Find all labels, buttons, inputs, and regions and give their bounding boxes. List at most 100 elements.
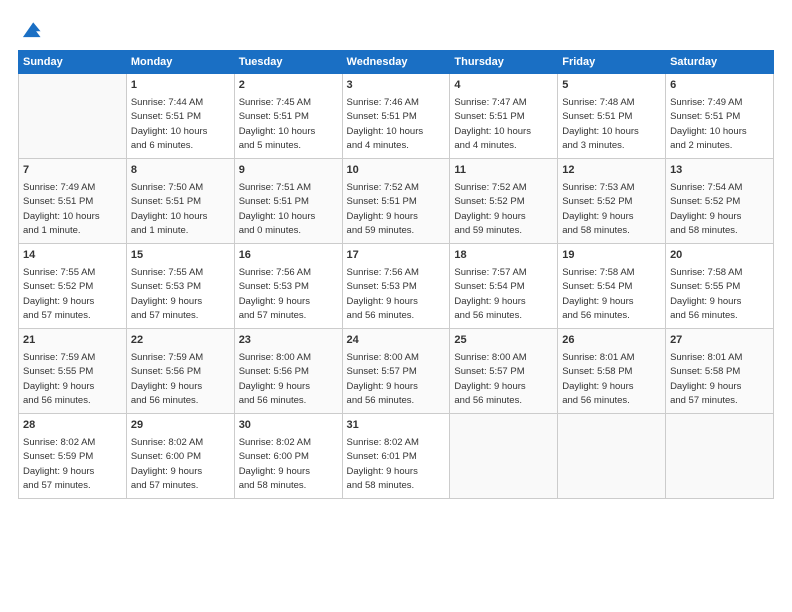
calendar-cell: 3Sunrise: 7:46 AM Sunset: 5:51 PM Daylig… bbox=[342, 74, 450, 159]
calendar-cell: 12 Sunrise: 7:53 AM Sunset: 5:52 PM Dayli… bbox=[558, 158, 666, 243]
weekday-header-saturday: Saturday bbox=[666, 51, 774, 74]
calendar-cell: 21 Sunrise: 7:59 AM Sunset: 5:55 PM Dayli… bbox=[19, 328, 127, 413]
day-info: Sunrise: 7:55 AM Sunset: 5:53 PM Dayligh… bbox=[131, 267, 203, 322]
weekday-header-friday: Friday bbox=[558, 51, 666, 74]
day-number: 15 bbox=[131, 248, 230, 264]
calendar-cell: 14 Sunrise: 7:55 AM Sunset: 5:52 PM Dayli… bbox=[19, 243, 127, 328]
calendar-cell: 25Sunrise: 8:00 AM Sunset: 5:57 PM Dayli… bbox=[450, 328, 558, 413]
day-number: 7 bbox=[23, 163, 122, 179]
calendar-cell: 22 Sunrise: 7:59 AM Sunset: 5:56 PM Dayli… bbox=[126, 328, 234, 413]
day-number: 11 bbox=[454, 163, 553, 179]
day-info: Sunrise: 7:54 AM Sunset: 5:52 PM Dayligh… bbox=[670, 182, 742, 237]
weekday-header-wednesday: Wednesday bbox=[342, 51, 450, 74]
calendar-cell: 20 Sunrise: 7:58 AM Sunset: 5:55 PM Dayli… bbox=[666, 243, 774, 328]
day-info: Sunrise: 8:02 AM Sunset: 6:00 PM Dayligh… bbox=[131, 437, 203, 492]
calendar-cell bbox=[558, 413, 666, 498]
day-number: 18 bbox=[454, 248, 553, 264]
day-info: Sunrise: 8:00 AM Sunset: 5:57 PM Dayligh… bbox=[347, 352, 419, 407]
day-info: Sunrise: 7:48 AM Sunset: 5:51 PM Dayligh… bbox=[562, 97, 639, 152]
day-number: 24 bbox=[347, 333, 446, 349]
day-number: 4 bbox=[454, 78, 553, 94]
calendar-week-4: 21 Sunrise: 7:59 AM Sunset: 5:55 PM Dayli… bbox=[19, 328, 774, 413]
day-info: Sunrise: 7:59 AM Sunset: 5:56 PM Dayligh… bbox=[131, 352, 203, 407]
day-info: Sunrise: 7:55 AM Sunset: 5:52 PM Dayligh… bbox=[23, 267, 95, 322]
logo-icon bbox=[20, 18, 42, 40]
day-info: Sunrise: 7:47 AM Sunset: 5:51 PM Dayligh… bbox=[454, 97, 531, 152]
day-number: 2 bbox=[239, 78, 338, 94]
calendar-cell: 29 Sunrise: 8:02 AM Sunset: 6:00 PM Dayli… bbox=[126, 413, 234, 498]
day-info: Sunrise: 7:52 AM Sunset: 5:52 PM Dayligh… bbox=[454, 182, 526, 237]
calendar-week-5: 28 Sunrise: 8:02 AM Sunset: 5:59 PM Dayli… bbox=[19, 413, 774, 498]
day-number: 6 bbox=[670, 78, 769, 94]
calendar-table: SundayMondayTuesdayWednesdayThursdayFrid… bbox=[18, 50, 774, 499]
day-number: 23 bbox=[239, 333, 338, 349]
calendar-cell: 8 Sunrise: 7:50 AM Sunset: 5:51 PM Daylig… bbox=[126, 158, 234, 243]
day-info: Sunrise: 7:49 AM Sunset: 5:51 PM Dayligh… bbox=[23, 182, 100, 237]
calendar-cell: 30Sunrise: 8:02 AM Sunset: 6:00 PM Dayli… bbox=[234, 413, 342, 498]
day-info: Sunrise: 7:58 AM Sunset: 5:54 PM Dayligh… bbox=[562, 267, 634, 322]
calendar-cell: 19 Sunrise: 7:58 AM Sunset: 5:54 PM Dayli… bbox=[558, 243, 666, 328]
day-info: Sunrise: 7:59 AM Sunset: 5:55 PM Dayligh… bbox=[23, 352, 95, 407]
day-number: 3 bbox=[347, 78, 446, 94]
day-number: 14 bbox=[23, 248, 122, 264]
day-number: 19 bbox=[562, 248, 661, 264]
header bbox=[18, 18, 774, 40]
day-number: 29 bbox=[131, 418, 230, 434]
calendar-week-2: 7 Sunrise: 7:49 AM Sunset: 5:51 PM Daylig… bbox=[19, 158, 774, 243]
calendar-cell: 27 Sunrise: 8:01 AM Sunset: 5:58 PM Dayli… bbox=[666, 328, 774, 413]
calendar-cell bbox=[666, 413, 774, 498]
day-number: 1 bbox=[131, 78, 230, 94]
day-number: 31 bbox=[347, 418, 446, 434]
calendar-cell: 15 Sunrise: 7:55 AM Sunset: 5:53 PM Dayli… bbox=[126, 243, 234, 328]
weekday-header-monday: Monday bbox=[126, 51, 234, 74]
calendar-week-3: 14 Sunrise: 7:55 AM Sunset: 5:52 PM Dayli… bbox=[19, 243, 774, 328]
weekday-header-thursday: Thursday bbox=[450, 51, 558, 74]
calendar-week-1: 1Sunrise: 7:44 AM Sunset: 5:51 PM Daylig… bbox=[19, 74, 774, 159]
day-number: 5 bbox=[562, 78, 661, 94]
day-info: Sunrise: 7:51 AM Sunset: 5:51 PM Dayligh… bbox=[239, 182, 316, 237]
calendar-cell bbox=[19, 74, 127, 159]
weekday-header-row: SundayMondayTuesdayWednesdayThursdayFrid… bbox=[19, 51, 774, 74]
day-number: 12 bbox=[562, 163, 661, 179]
calendar-cell bbox=[450, 413, 558, 498]
calendar-cell: 24 Sunrise: 8:00 AM Sunset: 5:57 PM Dayli… bbox=[342, 328, 450, 413]
calendar-cell: 7 Sunrise: 7:49 AM Sunset: 5:51 PM Daylig… bbox=[19, 158, 127, 243]
day-info: Sunrise: 8:00 AM Sunset: 5:56 PM Dayligh… bbox=[239, 352, 311, 407]
day-number: 26 bbox=[562, 333, 661, 349]
day-info: Sunrise: 8:02 AM Sunset: 5:59 PM Dayligh… bbox=[23, 437, 95, 492]
day-info: Sunrise: 7:50 AM Sunset: 5:51 PM Dayligh… bbox=[131, 182, 208, 237]
day-number: 22 bbox=[131, 333, 230, 349]
calendar-cell: 10Sunrise: 7:52 AM Sunset: 5:51 PM Dayli… bbox=[342, 158, 450, 243]
calendar-cell: 11 Sunrise: 7:52 AM Sunset: 5:52 PM Dayli… bbox=[450, 158, 558, 243]
calendar-cell: 28 Sunrise: 8:02 AM Sunset: 5:59 PM Dayli… bbox=[19, 413, 127, 498]
day-info: Sunrise: 7:53 AM Sunset: 5:52 PM Dayligh… bbox=[562, 182, 634, 237]
day-number: 30 bbox=[239, 418, 338, 434]
calendar-cell: 2Sunrise: 7:45 AM Sunset: 5:51 PM Daylig… bbox=[234, 74, 342, 159]
logo bbox=[18, 18, 42, 40]
day-info: Sunrise: 7:58 AM Sunset: 5:55 PM Dayligh… bbox=[670, 267, 742, 322]
day-number: 25 bbox=[454, 333, 553, 349]
calendar-cell: 6 Sunrise: 7:49 AM Sunset: 5:51 PM Daylig… bbox=[666, 74, 774, 159]
day-number: 21 bbox=[23, 333, 122, 349]
calendar-cell: 4 Sunrise: 7:47 AM Sunset: 5:51 PM Daylig… bbox=[450, 74, 558, 159]
day-number: 13 bbox=[670, 163, 769, 179]
day-number: 16 bbox=[239, 248, 338, 264]
page: SundayMondayTuesdayWednesdayThursdayFrid… bbox=[0, 0, 792, 612]
day-info: Sunrise: 7:52 AM Sunset: 5:51 PM Dayligh… bbox=[347, 182, 419, 237]
day-number: 17 bbox=[347, 248, 446, 264]
day-info: Sunrise: 7:56 AM Sunset: 5:53 PM Dayligh… bbox=[239, 267, 311, 322]
day-number: 8 bbox=[131, 163, 230, 179]
day-number: 27 bbox=[670, 333, 769, 349]
calendar-cell: 18Sunrise: 7:57 AM Sunset: 5:54 PM Dayli… bbox=[450, 243, 558, 328]
day-number: 9 bbox=[239, 163, 338, 179]
day-info: Sunrise: 8:02 AM Sunset: 6:01 PM Dayligh… bbox=[347, 437, 419, 492]
day-info: Sunrise: 7:49 AM Sunset: 5:51 PM Dayligh… bbox=[670, 97, 747, 152]
day-info: Sunrise: 8:01 AM Sunset: 5:58 PM Dayligh… bbox=[670, 352, 742, 407]
calendar-cell: 23 Sunrise: 8:00 AM Sunset: 5:56 PM Dayli… bbox=[234, 328, 342, 413]
calendar-cell: 1Sunrise: 7:44 AM Sunset: 5:51 PM Daylig… bbox=[126, 74, 234, 159]
day-info: Sunrise: 8:01 AM Sunset: 5:58 PM Dayligh… bbox=[562, 352, 634, 407]
day-number: 20 bbox=[670, 248, 769, 264]
day-number: 28 bbox=[23, 418, 122, 434]
day-info: Sunrise: 7:56 AM Sunset: 5:53 PM Dayligh… bbox=[347, 267, 419, 322]
calendar-cell: 13 Sunrise: 7:54 AM Sunset: 5:52 PM Dayli… bbox=[666, 158, 774, 243]
